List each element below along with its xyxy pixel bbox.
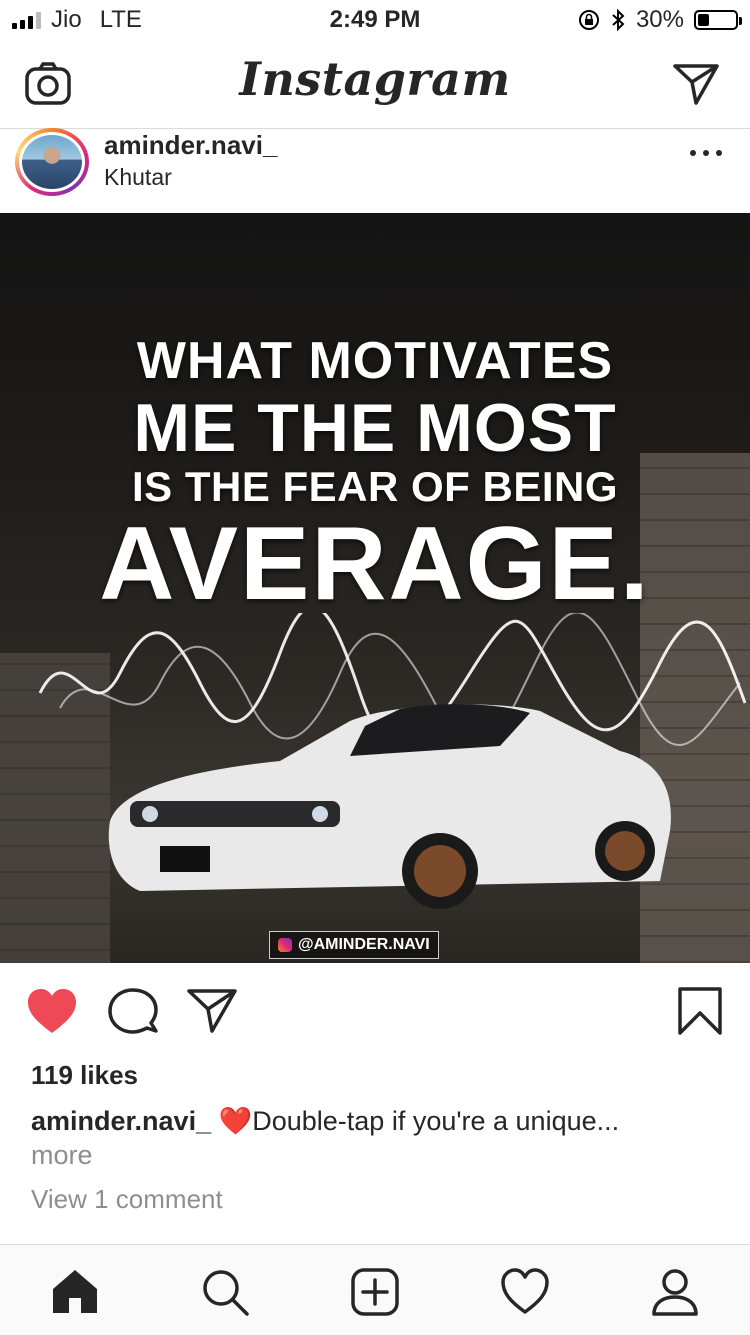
- status-right: 30%: [578, 6, 742, 34]
- post-header: aminder.navi_ Khutar: [0, 128, 750, 212]
- watermark: @AMINDER.NAVI: [269, 931, 439, 959]
- battery-percent: 30%: [635, 6, 684, 33]
- search-icon[interactable]: [200, 1267, 250, 1317]
- quote-line-3: IS THE FEAR OF BEING: [131, 463, 619, 510]
- share-icon[interactable]: [186, 987, 238, 1035]
- watermark-text: @AMINDER.NAVI: [298, 936, 430, 953]
- instagram-glyph-icon: [278, 938, 292, 952]
- battery-icon: [694, 10, 742, 30]
- status-bar: Jio LTE 2:49 PM 30%: [0, 0, 750, 40]
- likes-count[interactable]: 119 likes: [31, 1060, 138, 1091]
- bluetooth-icon: [612, 8, 625, 32]
- quote-line-4: AVERAGE.: [99, 506, 651, 622]
- caption-more-link[interactable]: more: [31, 1138, 721, 1172]
- caption-heart-emoji: ❤️: [218, 1106, 253, 1136]
- orientation-lock-icon: [578, 10, 599, 30]
- bottom-tab-bar: [0, 1244, 750, 1335]
- new-post-icon[interactable]: [350, 1267, 400, 1317]
- quote-line-1: WHAT MOTIVATES: [136, 332, 614, 390]
- view-comments-link[interactable]: View 1 comment: [31, 1184, 223, 1215]
- top-nav-bar: Instagram: [0, 40, 750, 129]
- post-action-bar: [0, 963, 750, 1055]
- post-username[interactable]: aminder.navi_: [104, 130, 277, 161]
- white-car: [108, 704, 671, 909]
- quote-line-2: ME THE MOST: [133, 390, 617, 466]
- post-image[interactable]: WHAT MOTIVATES ME THE MOST IS THE FEAR O…: [0, 213, 750, 963]
- direct-message-icon[interactable]: [672, 62, 720, 106]
- save-bookmark-icon[interactable]: [674, 987, 726, 1035]
- caption-username[interactable]: aminder.navi_: [31, 1106, 211, 1136]
- more-options-icon[interactable]: [690, 150, 722, 160]
- activity-icon[interactable]: [500, 1267, 550, 1317]
- like-heart-icon[interactable]: [26, 987, 78, 1035]
- instagram-logo: Instagram: [239, 52, 511, 106]
- story-ring[interactable]: [15, 128, 89, 196]
- post-location[interactable]: Khutar: [104, 164, 172, 191]
- avatar[interactable]: [19, 132, 85, 192]
- profile-icon[interactable]: [650, 1267, 700, 1317]
- battery-fill: [698, 14, 709, 26]
- caption: aminder.navi_ ❤️Double-tap if you're a u…: [31, 1104, 721, 1172]
- caption-text: Double-tap if you're a unique...: [252, 1106, 620, 1136]
- home-icon[interactable]: [50, 1267, 100, 1317]
- comment-icon[interactable]: [106, 987, 158, 1035]
